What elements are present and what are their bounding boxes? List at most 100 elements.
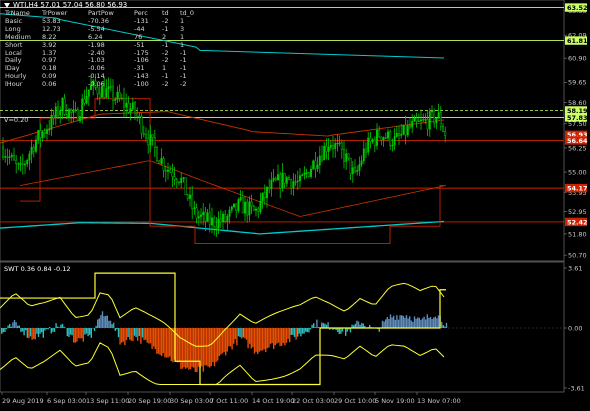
histogram-bar (172, 328, 173, 362)
candle-body (222, 214, 223, 222)
histogram-bar (89, 328, 90, 335)
histogram-bar (307, 328, 308, 332)
candle-body (262, 193, 263, 201)
candle-body (187, 195, 188, 199)
candle-body (2, 147, 3, 157)
histogram-bar (363, 324, 364, 328)
candle-body (44, 132, 45, 133)
histogram-bar (385, 319, 386, 328)
candle-body (255, 209, 256, 210)
histogram-bar (403, 316, 404, 328)
histogram-bar (393, 316, 394, 328)
histogram-bar (284, 328, 285, 345)
candle-body (139, 116, 140, 117)
histogram-bar (126, 328, 127, 340)
candle-body (22, 164, 23, 165)
candle-body (414, 118, 415, 121)
candle-body (27, 160, 28, 164)
table-cell: lHour (5, 81, 42, 89)
histogram-bar (63, 327, 64, 328)
candle-body (152, 135, 153, 138)
candle-body (269, 187, 270, 189)
histogram-bar (275, 328, 276, 345)
histogram-bar (444, 327, 445, 328)
candle-body (24, 164, 25, 165)
histogram-bar (311, 325, 312, 328)
histogram-bar (132, 328, 133, 341)
histogram-bar (71, 328, 72, 335)
candle-body (365, 149, 366, 152)
candle-body (396, 133, 397, 136)
histogram-bar (316, 320, 317, 328)
candle-body (313, 161, 314, 169)
histogram-bar (177, 328, 178, 362)
candle-body (82, 99, 83, 116)
histogram-bar (110, 321, 111, 328)
histogram-bar (188, 328, 189, 370)
time-axis-label: 13 Sep 11:00 (86, 397, 129, 405)
candle-body (249, 202, 250, 215)
histogram-bar (143, 328, 144, 340)
histogram-bar (273, 328, 274, 349)
histogram-bar (9, 324, 10, 328)
candle-body (200, 215, 201, 217)
candle-body (53, 115, 54, 117)
price-axis-label: 60.90 (568, 55, 587, 63)
histogram-bar (131, 328, 132, 341)
histogram-bar (422, 318, 423, 328)
candle-body (148, 138, 149, 145)
histogram-bar (239, 328, 240, 337)
candle-body (324, 146, 325, 160)
histogram-bar (411, 321, 412, 328)
histogram-bar (121, 328, 122, 343)
candle-body (119, 92, 120, 98)
candle-body (143, 133, 144, 134)
histogram-bar (99, 318, 100, 328)
histogram-bar (156, 328, 157, 354)
histogram-bar (211, 328, 212, 366)
candle-body (416, 118, 417, 121)
table-cell: -0.06 (88, 81, 134, 89)
time-axis-label: 14 Oct 19:00 (252, 397, 294, 405)
candle-body (163, 158, 164, 170)
candle-body (418, 121, 419, 122)
histogram-bar (395, 320, 396, 328)
candle-body (258, 209, 259, 212)
candle-body (165, 170, 166, 171)
histogram-bar (244, 328, 245, 338)
candle-body (392, 145, 393, 146)
candle-body (150, 135, 151, 145)
histogram-bar (97, 320, 98, 328)
candle-body (271, 180, 272, 189)
histogram-bar (30, 328, 31, 336)
time-axis-label: 29 Aug 2019 (2, 397, 44, 405)
histogram-bar (212, 328, 213, 362)
histogram-bar (302, 328, 303, 334)
histogram-bar (137, 328, 138, 341)
histogram-bar (323, 323, 324, 328)
histogram-bar (163, 328, 164, 353)
candle-body (31, 147, 32, 154)
candle-body (335, 143, 336, 148)
histogram-bar (383, 322, 384, 328)
time-axis-label: 30 Sep 03:00 (170, 397, 213, 405)
histogram-bar (299, 328, 300, 334)
histogram-bar (116, 328, 117, 329)
time-axis-label: 7 Oct 11:00 (210, 397, 248, 405)
collapse-triangle-icon[interactable] (4, 3, 10, 8)
histogram-bar (350, 328, 351, 332)
histogram-bar (39, 328, 40, 334)
histogram-bar (142, 328, 143, 337)
histogram-bar (46, 328, 47, 329)
histogram-bar (417, 317, 418, 328)
candle-body (240, 197, 241, 199)
candle-body (403, 125, 404, 134)
chart-window[interactable]: 63.3562.0960.9059.6558.6057.5056.2555.00… (0, 0, 590, 407)
candle-body (264, 193, 265, 198)
histogram-bar (100, 315, 101, 328)
histogram-bar (60, 325, 61, 328)
candle-body (225, 214, 226, 221)
histogram-bar (327, 322, 328, 328)
histogram-bar (220, 328, 221, 355)
candle-body (352, 168, 353, 174)
